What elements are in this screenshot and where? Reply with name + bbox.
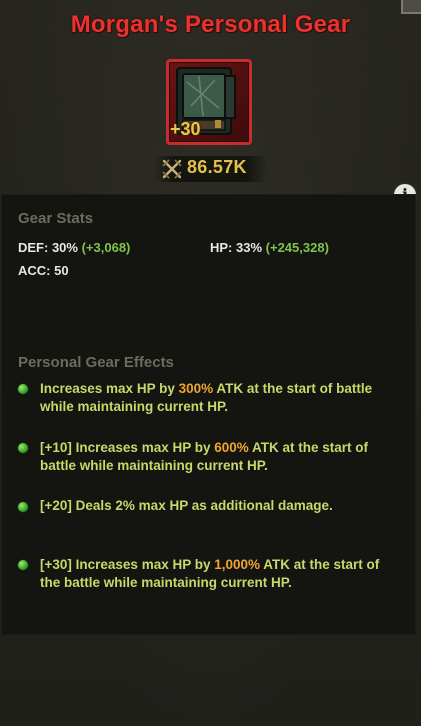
effect-text-part: [+10] Increases max HP by bbox=[40, 440, 215, 455]
stat-hp: HP: 33% (+245,328) bbox=[210, 240, 329, 255]
effect-text-part: [+20] Deals 2% max HP as additional dama… bbox=[40, 498, 333, 513]
gear-stats-heading: Gear Stats bbox=[18, 210, 94, 227]
stat-hp-bonus: (+245,328) bbox=[265, 240, 329, 255]
effect-item: [+20] Deals 2% max HP as additional dama… bbox=[40, 497, 400, 515]
effect-text-part: [+30] Increases max HP by bbox=[40, 557, 215, 572]
effect-bullet-icon bbox=[18, 443, 28, 453]
page-title: Morgan's Personal Gear bbox=[70, 11, 351, 38]
stat-acc: ACC: 50 bbox=[18, 263, 69, 278]
crossed-swords-icon bbox=[162, 159, 182, 179]
gear-effects-heading: Personal Gear Effects bbox=[18, 354, 174, 371]
effect-highlight: 1,000% bbox=[214, 557, 261, 572]
effect-text-part: Increases max HP by bbox=[40, 381, 179, 396]
effect-bullet-icon bbox=[18, 560, 28, 570]
upgrade-level-badge: +30 bbox=[170, 119, 201, 139]
stat-hp-label: HP: 33% bbox=[210, 240, 263, 255]
effect-item: [+10] Increases max HP by 600% ATK at th… bbox=[40, 439, 400, 475]
effect-item: [+30] Increases max HP by 1,000% ATK at … bbox=[40, 556, 400, 592]
effect-bullet-icon bbox=[18, 502, 28, 512]
effect-item: Increases max HP by 300% ATK at the star… bbox=[40, 380, 400, 416]
combat-power-value: 86.57K bbox=[187, 157, 247, 177]
stat-def-label: DEF: 30% bbox=[18, 240, 78, 255]
effect-highlight: 600% bbox=[214, 440, 249, 455]
stat-def: DEF: 30% (+3,068) bbox=[18, 240, 130, 255]
effect-highlight: 300% bbox=[178, 381, 214, 396]
effect-bullet-icon bbox=[18, 384, 28, 394]
stat-def-bonus: (+3,068) bbox=[81, 240, 131, 255]
